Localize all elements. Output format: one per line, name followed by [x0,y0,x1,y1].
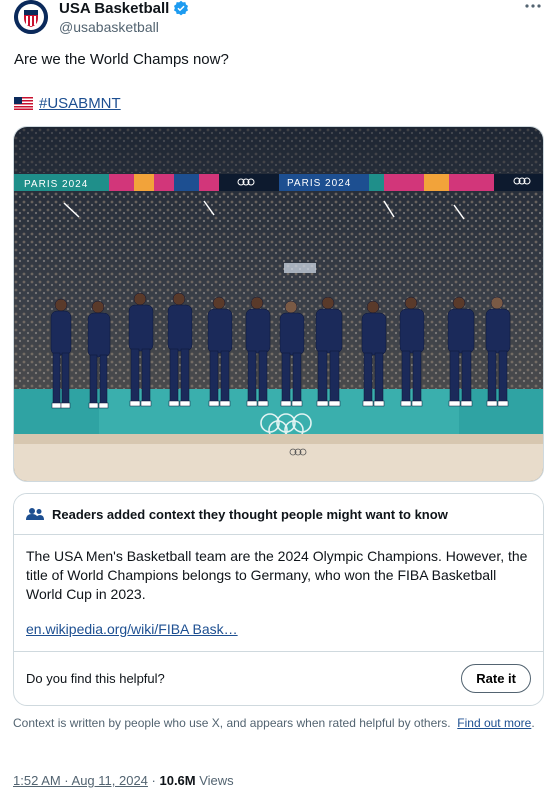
author-display-name[interactable]: USA Basketball [59,1,169,16]
community-note-source-link[interactable]: en.wikipedia.org/wiki/FIBA Bask… [26,620,238,639]
community-note-card: Readers added context they thought peopl… [13,493,544,706]
hashtag-link[interactable]: #USABMNT [39,95,121,112]
people-icon [26,508,44,520]
helpful-prompt: Do you find this helpful? [26,671,165,686]
us-flag-icon [14,97,33,110]
hashtag-row: #USABMNT [14,95,121,112]
community-note-body: The USA Men's Basketball team are the 20… [14,535,543,662]
banner-text-left: PARIS 2024 [24,179,88,190]
rate-it-button[interactable]: Rate it [461,664,531,693]
tweet-media-photo[interactable]: PARIS 2024 PARIS 2024 [13,126,544,482]
tweet-meta: 1:52 AM · Aug 11, 2024 · 10.6M Views [13,773,234,788]
context-disclaimer: Context is written by people who use X, … [13,716,538,731]
context-disclaimer-punct: . [531,716,535,730]
more-horizontal-icon [525,4,541,8]
views-count[interactable]: 10.6M [159,773,195,788]
banner-text-right: PARIS 2024 [287,178,351,189]
meta-separator: · [147,773,160,788]
tweet-text: Are we the World Champs now? [14,51,229,68]
team-podium-photo: PARIS 2024 PARIS 2024 [14,127,543,481]
find-out-more-link[interactable]: Find out more [457,716,531,730]
context-disclaimer-text: Context is written by people who use X, … [13,716,451,730]
views-label: Views [195,773,234,788]
author-avatar[interactable] [14,0,48,34]
community-note-title: Readers added context they thought peopl… [52,506,448,522]
usa-basketball-logo-icon [14,0,48,34]
community-note-footer: Do you find this helpful? Rate it [14,651,543,705]
community-note-header: Readers added context they thought peopl… [14,494,543,535]
author-handle[interactable]: @usabasketball [59,19,159,35]
tweet-timestamp[interactable]: 1:52 AM · Aug 11, 2024 [13,773,148,788]
more-options-button[interactable] [523,0,543,16]
author-name-row: USA Basketball [59,0,189,16]
community-note-text: The USA Men's Basketball team are the 20… [26,548,528,602]
verified-badge-icon [174,0,189,16]
